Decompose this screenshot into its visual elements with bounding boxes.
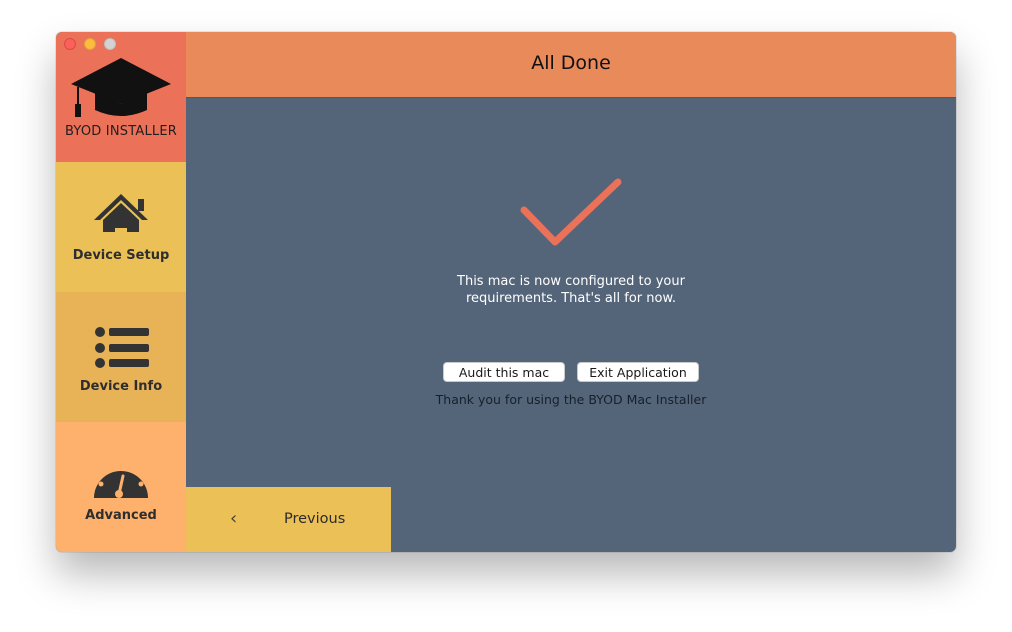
completion-message: This mac is now configured to your requi…: [386, 273, 756, 307]
app-brand-label: BYOD INSTALLER: [65, 124, 177, 139]
sidebar: BYOD INSTALLER Device Setup Device Info: [56, 32, 186, 552]
exit-application-button[interactable]: Exit Application: [577, 362, 699, 382]
sidebar-item-label: Advanced: [85, 508, 157, 523]
audit-mac-button[interactable]: Audit this mac: [443, 362, 565, 382]
installer-window: BYOD INSTALLER Device Setup Device Info: [56, 32, 956, 552]
zoom-window-button[interactable]: [104, 38, 116, 50]
gauge-icon: [94, 463, 148, 498]
minimize-window-button[interactable]: [84, 38, 96, 50]
thank-you-text: Thank you for using the BYOD Mac Install…: [435, 392, 707, 407]
checkmark-icon: [520, 178, 622, 246]
page-title: All Done: [531, 52, 611, 74]
previous-button[interactable]: ‹ Previous: [186, 487, 391, 552]
previous-label: Previous: [284, 511, 346, 527]
list-icon: [95, 327, 149, 368]
sidebar-item-label: Device Setup: [72, 248, 170, 263]
sidebar-item-label: Device Info: [79, 379, 163, 394]
completion-message-line: requirements. That's all for now.: [465, 291, 677, 306]
completion-message-line: This mac is now configured to your: [457, 274, 685, 289]
chevron-left-icon: ‹: [230, 508, 238, 529]
sidebar-item-advanced[interactable]: Advanced: [56, 422, 186, 552]
page-header: All Done: [186, 32, 956, 97]
close-window-button[interactable]: [64, 38, 76, 50]
window-controls: [64, 38, 116, 50]
home-icon: [94, 194, 148, 232]
sidebar-item-device-setup[interactable]: Device Setup: [56, 162, 186, 292]
sidebar-brand: BYOD INSTALLER: [56, 32, 186, 162]
sidebar-item-device-info[interactable]: Device Info: [56, 292, 186, 422]
